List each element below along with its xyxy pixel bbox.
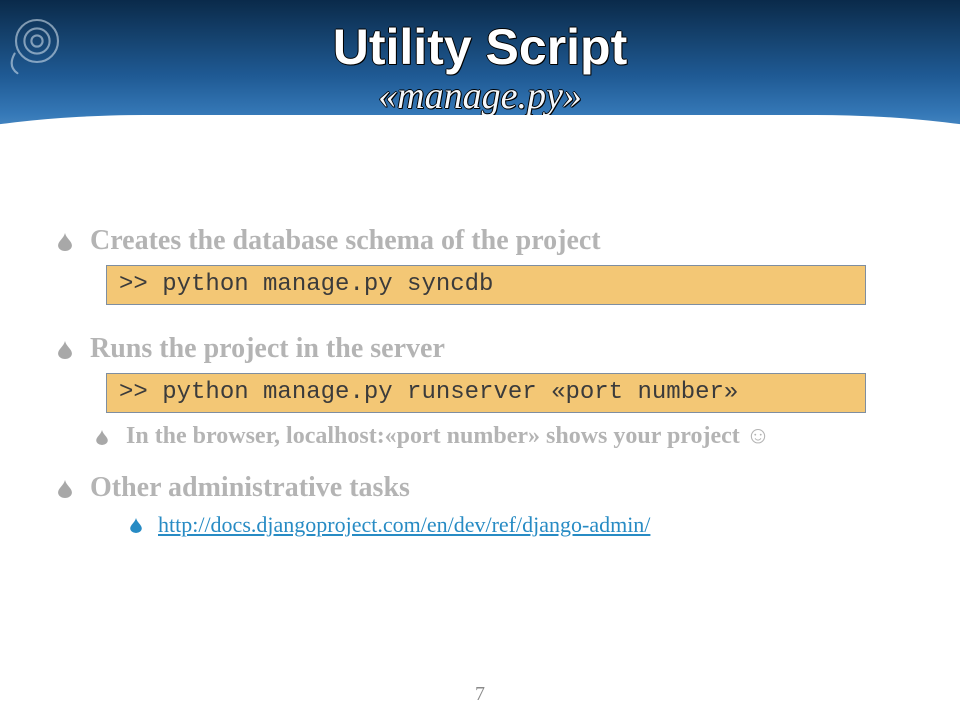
link-line: http://docs.djangoproject.com/en/dev/ref…: [130, 512, 902, 538]
drop-icon: [58, 233, 72, 251]
slide-subtitle: «manage.py»: [0, 74, 960, 118]
sub-bullet-item: In the browser, localhost:«port number» …: [96, 423, 902, 450]
bullet-text: Creates the database schema of the proje…: [90, 225, 601, 257]
code-box: >> python manage.py syncdb: [106, 265, 866, 305]
slide-body: Creates the database schema of the proje…: [58, 225, 902, 538]
sub-bullet-text: In the browser, localhost:«port number» …: [126, 423, 770, 450]
code-box: >> python manage.py runserver «port numb…: [106, 373, 866, 413]
page-number: 7: [0, 683, 960, 706]
drop-icon: [130, 518, 142, 533]
bullet-item: Creates the database schema of the proje…: [58, 225, 902, 257]
bullet-item: Runs the project in the server: [58, 333, 902, 365]
bullet-item: Other administrative tasks: [58, 472, 902, 504]
drop-icon: [58, 480, 72, 498]
drop-icon: [96, 430, 108, 445]
slide: Utility Script «manage.py» Creates the d…: [0, 0, 960, 720]
bullet-text: Runs the project in the server: [90, 333, 445, 365]
docs-link[interactable]: http://docs.djangoproject.com/en/dev/ref…: [158, 512, 650, 537]
slide-title: Utility Script: [0, 18, 960, 76]
drop-icon: [58, 341, 72, 359]
bullet-text: Other administrative tasks: [90, 472, 410, 504]
slide-header: Utility Script «manage.py»: [0, 0, 960, 190]
